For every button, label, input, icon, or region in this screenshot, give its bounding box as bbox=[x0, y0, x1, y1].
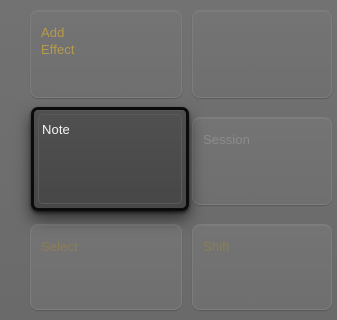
add-effect-label: Add Effect bbox=[41, 25, 75, 57]
empty-pad-button[interactable] bbox=[192, 10, 332, 98]
note-button[interactable]: Note bbox=[31, 107, 189, 211]
add-effect-button[interactable]: Add Effect bbox=[30, 10, 182, 98]
shift-label: Shift bbox=[203, 239, 230, 254]
session-button[interactable]: Session bbox=[192, 117, 332, 205]
select-label: Select bbox=[41, 239, 78, 254]
select-button[interactable]: Select bbox=[30, 224, 182, 310]
note-label: Note bbox=[42, 122, 70, 137]
session-label: Session bbox=[203, 132, 250, 147]
shift-button[interactable]: Shift bbox=[192, 224, 332, 310]
controller-panel: Add Effect Session Select Shift Note bbox=[0, 0, 337, 320]
